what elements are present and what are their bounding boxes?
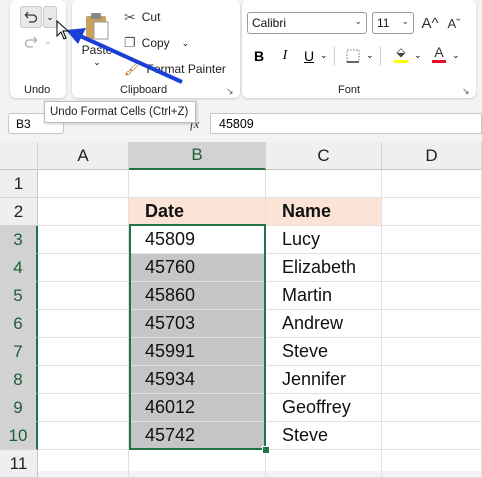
column-header-d[interactable]: D [382,142,482,170]
row-header-11[interactable]: 11 [0,450,38,478]
cell[interactable] [38,422,129,450]
annotation-arrow [66,28,183,84]
cell[interactable] [38,366,129,394]
cell[interactable] [38,254,129,282]
formula-input[interactable]: 45809 [210,113,482,134]
cell[interactable] [38,310,129,338]
cell[interactable] [382,226,482,254]
row-header-8[interactable]: 8 [0,366,38,394]
row-header-2[interactable]: 2 [0,198,38,226]
cell[interactable] [129,170,266,198]
cell[interactable] [382,366,482,394]
cell[interactable] [266,170,382,198]
date-cell[interactable]: 45703 [129,310,266,338]
cell[interactable] [38,226,129,254]
row-header-9[interactable]: 9 [0,394,38,422]
fill-handle[interactable] [262,446,270,454]
header-cell-name[interactable]: Name [266,198,382,226]
cell[interactable] [382,310,482,338]
date-cell[interactable]: 45860 [129,282,266,310]
name-cell[interactable]: Elizabeth [266,254,382,282]
worksheet-grid: A B C D 1 2 3 4 5 6 7 8 9 10 11 Date Nam… [0,142,482,478]
cell[interactable] [38,338,129,366]
cell[interactable] [382,254,482,282]
cell[interactable] [382,198,482,226]
name-cell[interactable]: Andrew [266,310,382,338]
date-cell[interactable]: 45934 [129,366,266,394]
cell[interactable] [266,450,382,478]
name-box-value: B3 [16,116,31,131]
column-header-c[interactable]: C [266,142,382,170]
mouse-cursor-icon [56,20,70,40]
select-all-corner[interactable] [0,142,38,170]
date-cell[interactable]: 46012 [129,394,266,422]
row-header-4[interactable]: 4 [0,254,38,282]
undo-tooltip: Undo Format Cells (Ctrl+Z) [44,101,196,123]
cell[interactable] [38,450,129,478]
cell[interactable] [382,170,482,198]
column-header-a[interactable]: A [38,142,129,170]
row-header-3[interactable]: 3 [0,226,38,254]
formula-value: 45809 [219,116,254,131]
cell[interactable] [382,338,482,366]
cell[interactable] [129,450,266,478]
cell[interactable] [38,170,129,198]
date-cell[interactable]: 45742 [129,422,266,450]
cell[interactable] [382,282,482,310]
header-cell-date[interactable]: Date [129,198,266,226]
cell[interactable] [38,282,129,310]
active-cell-b3[interactable]: 45809 [129,226,266,254]
cell[interactable] [38,198,129,226]
name-cell[interactable]: Lucy [266,226,382,254]
cell[interactable] [38,394,129,422]
row-header-7[interactable]: 7 [0,338,38,366]
date-cell[interactable]: 45760 [129,254,266,282]
row-header-6[interactable]: 6 [0,310,38,338]
cell[interactable] [382,394,482,422]
date-cell[interactable]: 45991 [129,338,266,366]
name-cell[interactable]: Steve [266,338,382,366]
name-cell[interactable]: Jennifer [266,366,382,394]
name-cell[interactable]: Geoffrey [266,394,382,422]
column-header-b[interactable]: B [129,142,266,170]
name-cell[interactable]: Steve [266,422,382,450]
cell[interactable] [382,450,482,478]
row-header-10[interactable]: 10 [0,422,38,450]
row-header-1[interactable]: 1 [0,170,38,198]
row-header-5[interactable]: 5 [0,282,38,310]
cell[interactable] [382,422,482,450]
name-cell[interactable]: Martin [266,282,382,310]
